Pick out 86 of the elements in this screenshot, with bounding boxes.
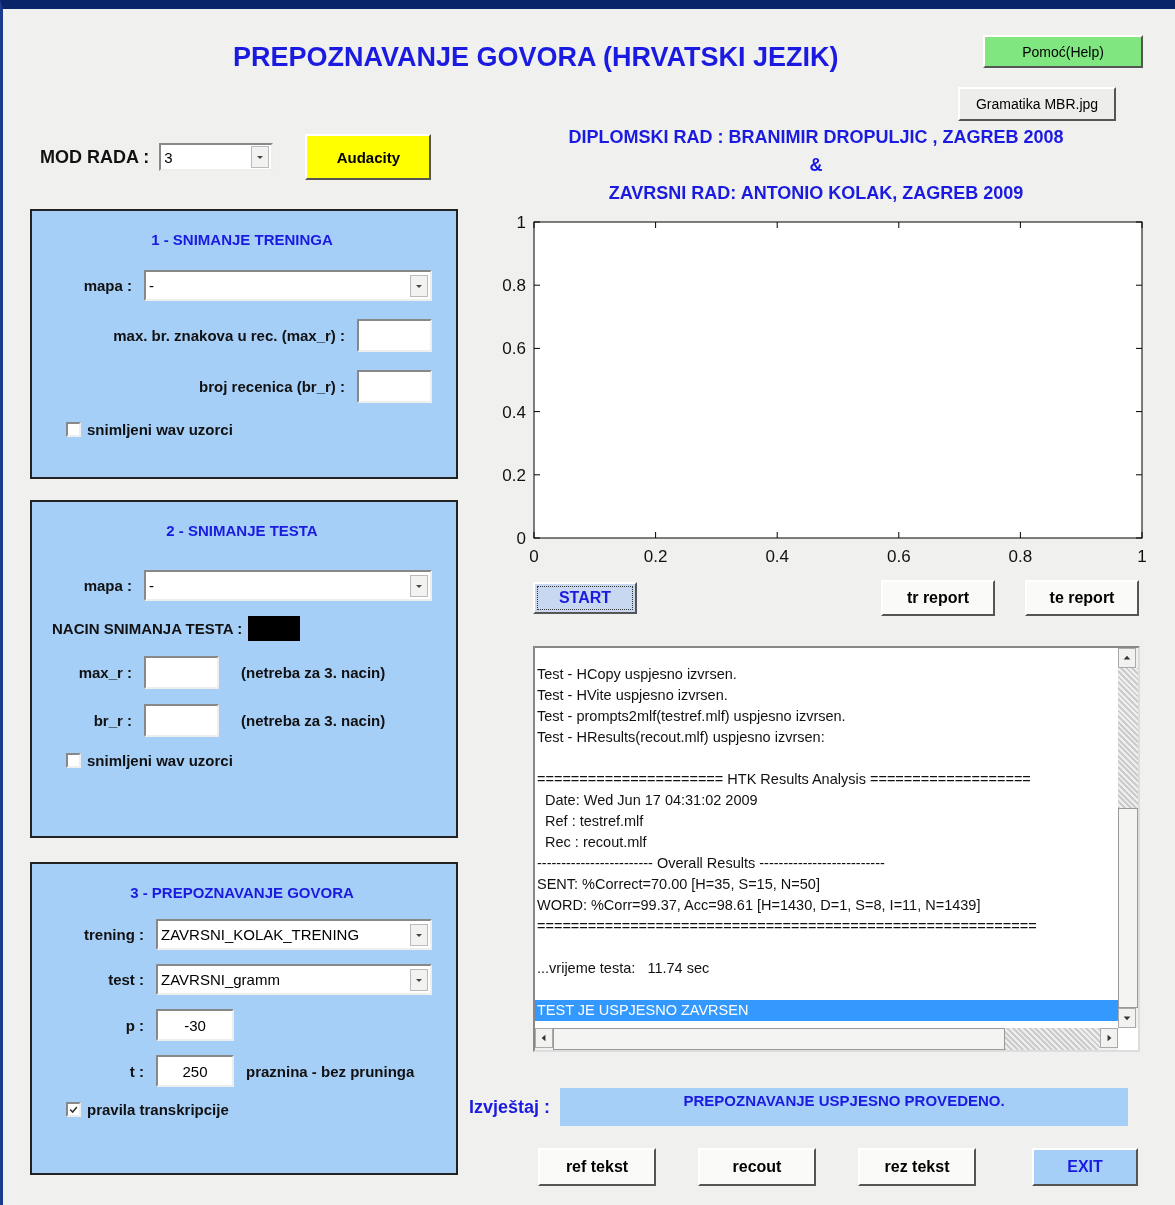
field-label: mapa : xyxy=(82,277,132,294)
x-tick-label: 0.4 xyxy=(765,547,789,566)
report-button[interactable]: te report xyxy=(1025,580,1139,616)
input-field[interactable] xyxy=(144,656,219,689)
x-tick-label: 0.2 xyxy=(643,547,668,566)
folder-dropdown[interactable]: - xyxy=(144,270,432,301)
log-line[interactable]: ------------------------ Overall Results -------------------------- xyxy=(535,853,1118,874)
y-tick-label: 0.2 xyxy=(502,465,526,485)
input-field[interactable]: 250 xyxy=(156,1055,234,1087)
folder-dropdown[interactable]: ZAVRSNI_gramm xyxy=(156,964,432,995)
scroll-left-icon[interactable] xyxy=(535,1028,553,1048)
field-label: test : xyxy=(107,971,144,988)
panel-title: 3 - PREPOZNAVANJE GOVORA xyxy=(129,884,355,901)
log-line[interactable]: ====================== HTK Results Analysis =================== xyxy=(535,769,1118,790)
log-line[interactable]: SENT: %Correct=70.00 [H=35, S=15, N=50] xyxy=(535,874,1118,895)
field-label: mapa : xyxy=(82,577,132,594)
checkbox-label: snimljeni wav uzorci xyxy=(87,421,233,438)
app-title: PREPOZNAVANJE GOVORA (HRVATSKI JEZIK) xyxy=(233,42,840,73)
log-line[interactable]: Test - HCopy uspjesno izvrsen. xyxy=(535,664,1118,685)
log-listbox[interactable] xyxy=(533,646,1140,1052)
field-label: max. br. znakova u rec. (max_r) : xyxy=(113,327,345,344)
y-tick-label: 0.8 xyxy=(502,276,526,296)
text-button[interactable]: rez tekst xyxy=(858,1148,976,1186)
panel-title: 1 - SNIMANJE TRENINGA xyxy=(150,231,334,248)
scroll-down-icon[interactable] xyxy=(1118,1008,1136,1028)
horizontal-scrollbar[interactable] xyxy=(535,1028,1118,1050)
field-label: broj recenica (br_r) : xyxy=(199,378,345,395)
report-button[interactable]: tr report xyxy=(881,580,995,616)
grammar-button[interactable]: Gramatika MBR.jpg xyxy=(958,87,1116,121)
audacity-button[interactable]: Audacity xyxy=(305,134,432,180)
log-line[interactable]: ...vrijeme testa: 11.74 sec xyxy=(535,958,1118,979)
y-tick-label: 0 xyxy=(516,529,526,548)
help-button[interactable]: Pomoć(Help) xyxy=(983,35,1143,68)
field-note: (netreba za 3. nacin) xyxy=(241,712,386,729)
x-tick-label: 0.6 xyxy=(887,547,911,566)
credit-line: & xyxy=(809,154,823,177)
input-field[interactable]: -30 xyxy=(156,1009,234,1041)
field-label: trening : xyxy=(83,926,144,943)
mode-indicator-label: NACIN SNIMANJA TESTA : xyxy=(52,620,243,637)
field-label: max_r : xyxy=(77,664,132,681)
mode-label: MOD RADA : xyxy=(40,146,150,168)
field-label: p : xyxy=(124,1016,144,1034)
y-tick-label: 0.4 xyxy=(502,402,526,422)
report-label: Izvještaj : xyxy=(469,1096,551,1118)
indicator-box xyxy=(248,616,301,641)
input-field[interactable] xyxy=(144,704,219,737)
checkbox[interactable] xyxy=(66,753,81,768)
text-button[interactable]: ref tekst xyxy=(538,1148,656,1186)
log-line[interactable]: Ref : testref.mlf xyxy=(535,811,1118,832)
x-tick-label: 1 xyxy=(1137,547,1147,566)
checkbox[interactable] xyxy=(66,1102,81,1117)
input-field[interactable] xyxy=(357,319,432,352)
credit-line: DIPLOMSKI RAD : BRANIMIR DROPULJIC , ZAGREB 2008 xyxy=(568,126,1064,149)
input-field[interactable] xyxy=(357,370,432,403)
panel-title: 2 - SNIMANJE TESTA xyxy=(165,522,319,539)
vertical-scrollbar[interactable] xyxy=(1118,648,1138,1028)
log-line[interactable]: Date: Wed Jun 17 04:31:02 2009 xyxy=(535,790,1118,811)
log-line[interactable]: WORD: %Corr=99.37, Acc=98.61 [H=1430, D=1, S=8, I=11, N=1439] xyxy=(535,895,1118,916)
field-label: br_r : xyxy=(92,712,132,729)
mode-dropdown[interactable]: 3 xyxy=(159,143,274,171)
field-note: (netreba za 3. nacin) xyxy=(241,664,386,681)
checkbox-label: snimljeni wav uzorci xyxy=(87,752,233,769)
text-button[interactable]: recout xyxy=(698,1148,816,1186)
folder-dropdown[interactable]: - xyxy=(144,570,432,601)
y-tick-label: 1 xyxy=(516,213,526,232)
checkbox-label: pravila transkripcije xyxy=(87,1101,229,1118)
field-label: t : xyxy=(128,1062,144,1080)
log-line[interactable]: Rec : recout.mlf xyxy=(535,832,1118,853)
scroll-thumb[interactable] xyxy=(553,1028,1005,1050)
exit-button[interactable]: EXIT xyxy=(1032,1148,1138,1186)
folder-dropdown[interactable]: ZAVRSNI_KOLAK_TRENING xyxy=(156,919,432,950)
scroll-up-icon[interactable] xyxy=(1118,648,1136,668)
x-tick-label: 0.8 xyxy=(1008,547,1033,566)
scroll-right-icon[interactable] xyxy=(1100,1028,1118,1048)
scroll-thumb[interactable] xyxy=(1118,808,1138,1008)
log-line[interactable]: =========================================================== xyxy=(535,916,1118,937)
log-line[interactable]: Test - HVite uspjesno izvrsen. xyxy=(535,685,1118,706)
start-button[interactable]: START xyxy=(533,582,637,614)
log-line[interactable]: Test - HResults(recout.mlf) uspjesno izvrsen: xyxy=(535,727,1118,748)
field-note: praznina - bez pruninga xyxy=(246,1062,415,1080)
log-line[interactable]: Test - prompts2mlf(testref.mlf) uspjesno izvrsen. xyxy=(535,706,1118,727)
x-tick-label: 0 xyxy=(529,547,539,566)
report-status: PREPOZNAVANJE USPJESNO PROVEDENO. xyxy=(560,1088,1129,1126)
checkbox[interactable] xyxy=(66,422,81,437)
y-tick-label: 0.6 xyxy=(502,339,526,359)
credit-line: ZAVRSNI RAD: ANTONIO KOLAK, ZAGREB 2009 xyxy=(608,182,1024,205)
